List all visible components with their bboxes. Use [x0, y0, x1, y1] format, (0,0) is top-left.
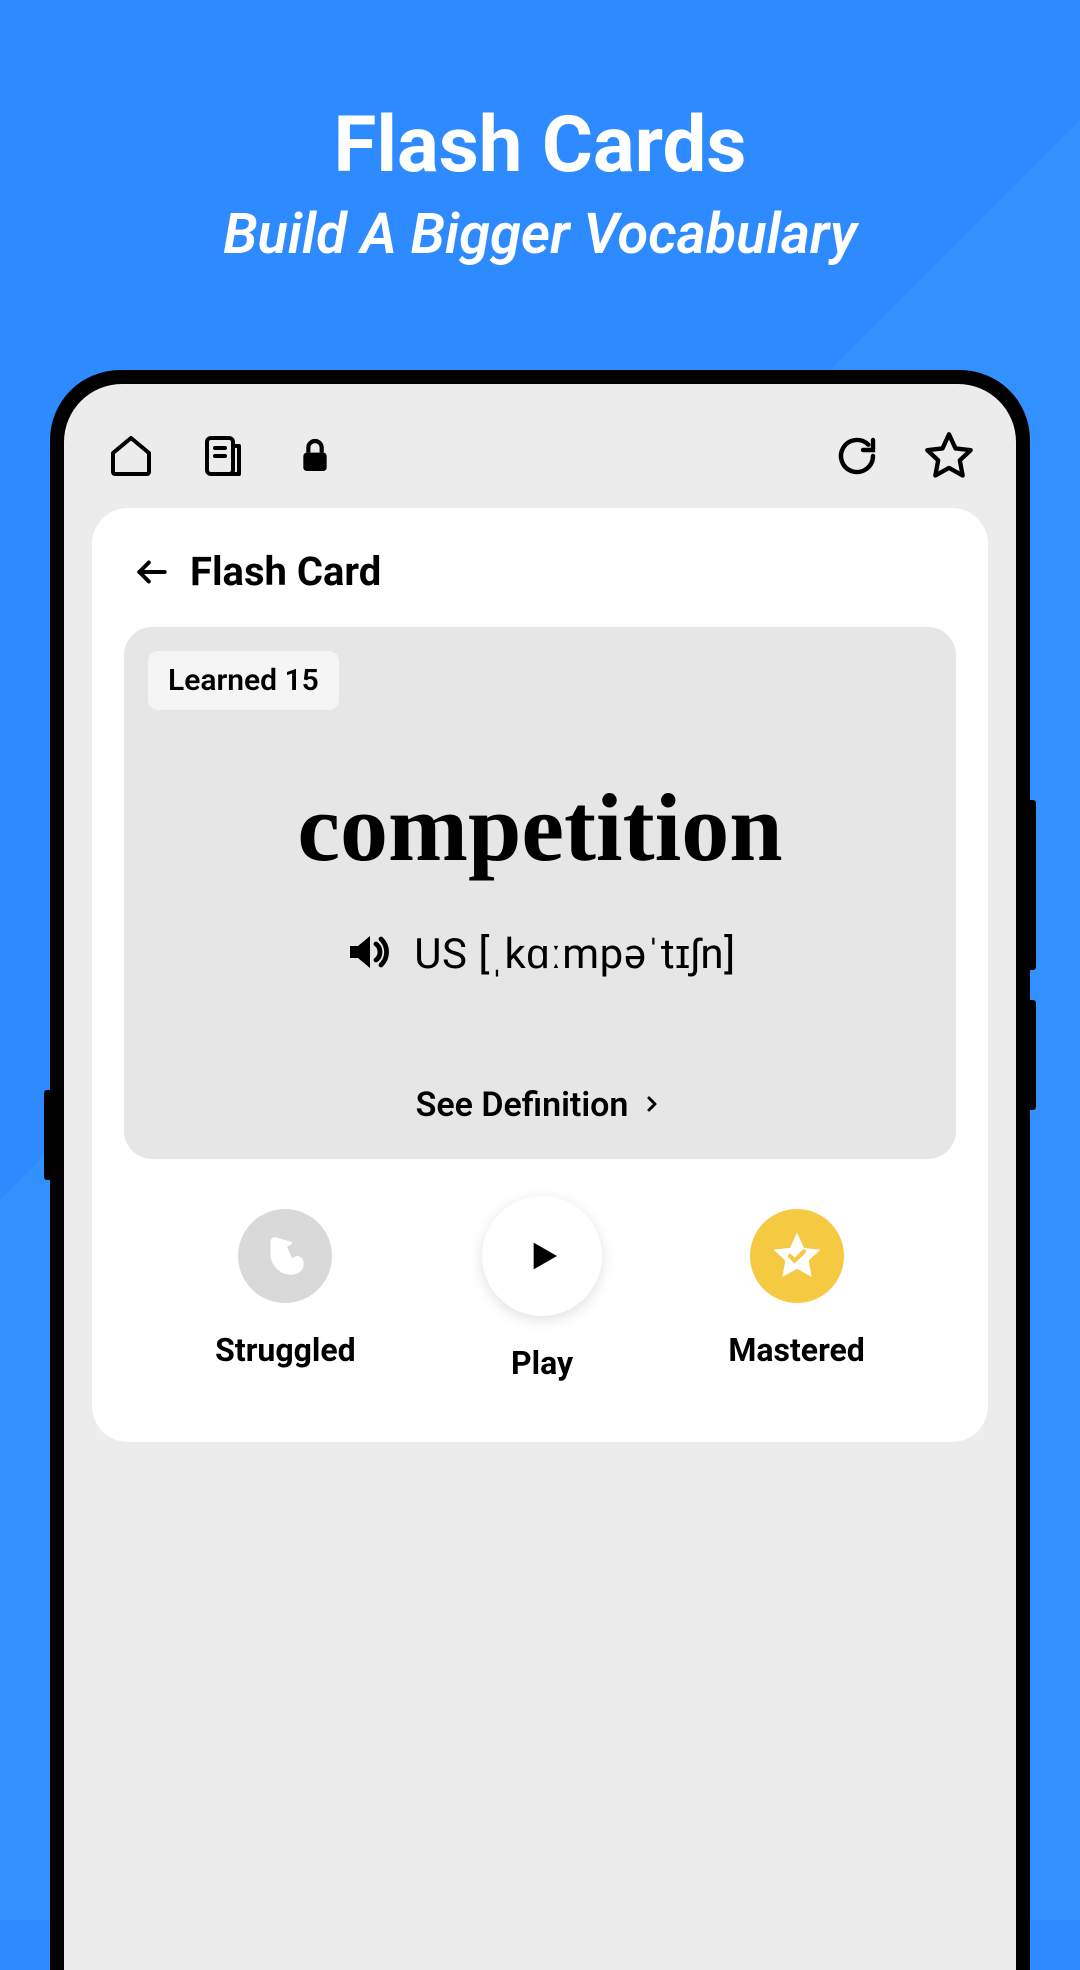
play-icon [482, 1196, 602, 1316]
promo-title: Flash Cards [0, 100, 1080, 191]
back-arrow-icon[interactable] [132, 552, 172, 592]
phone-screen: Flash Card Learned 15 competition US [ˌk… [64, 384, 1016, 1970]
page-title: Flash Card [190, 548, 381, 595]
mastered-label: Mastered [728, 1331, 864, 1369]
side-button [1030, 800, 1036, 970]
pronunciation-row: US [ˌkɑːmpəˈtɪʃn] [154, 928, 926, 980]
refresh-icon[interactable] [830, 429, 884, 483]
struggled-label: Struggled [215, 1331, 356, 1369]
learned-badge: Learned 15 [148, 651, 339, 710]
mastered-button[interactable]: Mastered [728, 1209, 864, 1369]
promo-header: Flash Cards Build A Bigger Vocabulary [0, 0, 1080, 267]
actions-row: Struggled Play Mastered [92, 1209, 988, 1382]
flash-card: Learned 15 competition US [ˌkɑːmpəˈtɪʃn]… [124, 627, 956, 1159]
star-icon[interactable] [922, 429, 976, 483]
phone-frame: Flash Card Learned 15 competition US [ˌk… [50, 370, 1030, 1970]
muscle-icon [238, 1209, 332, 1303]
home-icon[interactable] [104, 429, 158, 483]
notes-icon[interactable] [196, 429, 250, 483]
play-label: Play [511, 1344, 573, 1382]
volume-button [44, 1090, 50, 1180]
play-button[interactable]: Play [482, 1209, 602, 1382]
word-text: competition [154, 772, 926, 883]
star-check-icon [750, 1209, 844, 1303]
promo-subtitle: Build A Bigger Vocabulary [0, 201, 1080, 267]
see-definition-button[interactable]: See Definition [154, 1085, 926, 1125]
see-definition-label: See Definition [416, 1085, 629, 1125]
side-button [1030, 1000, 1036, 1110]
struggled-button[interactable]: Struggled [215, 1209, 356, 1369]
page-header: Flash Card [92, 548, 988, 627]
pronunciation-text: US [ˌkɑːmpəˈtɪʃn] [414, 930, 735, 979]
lock-icon[interactable] [288, 429, 342, 483]
chevron-right-icon [640, 1085, 664, 1125]
card-container: Flash Card Learned 15 competition US [ˌk… [92, 508, 988, 1442]
toolbar [64, 384, 1016, 508]
speaker-icon[interactable] [344, 928, 392, 980]
